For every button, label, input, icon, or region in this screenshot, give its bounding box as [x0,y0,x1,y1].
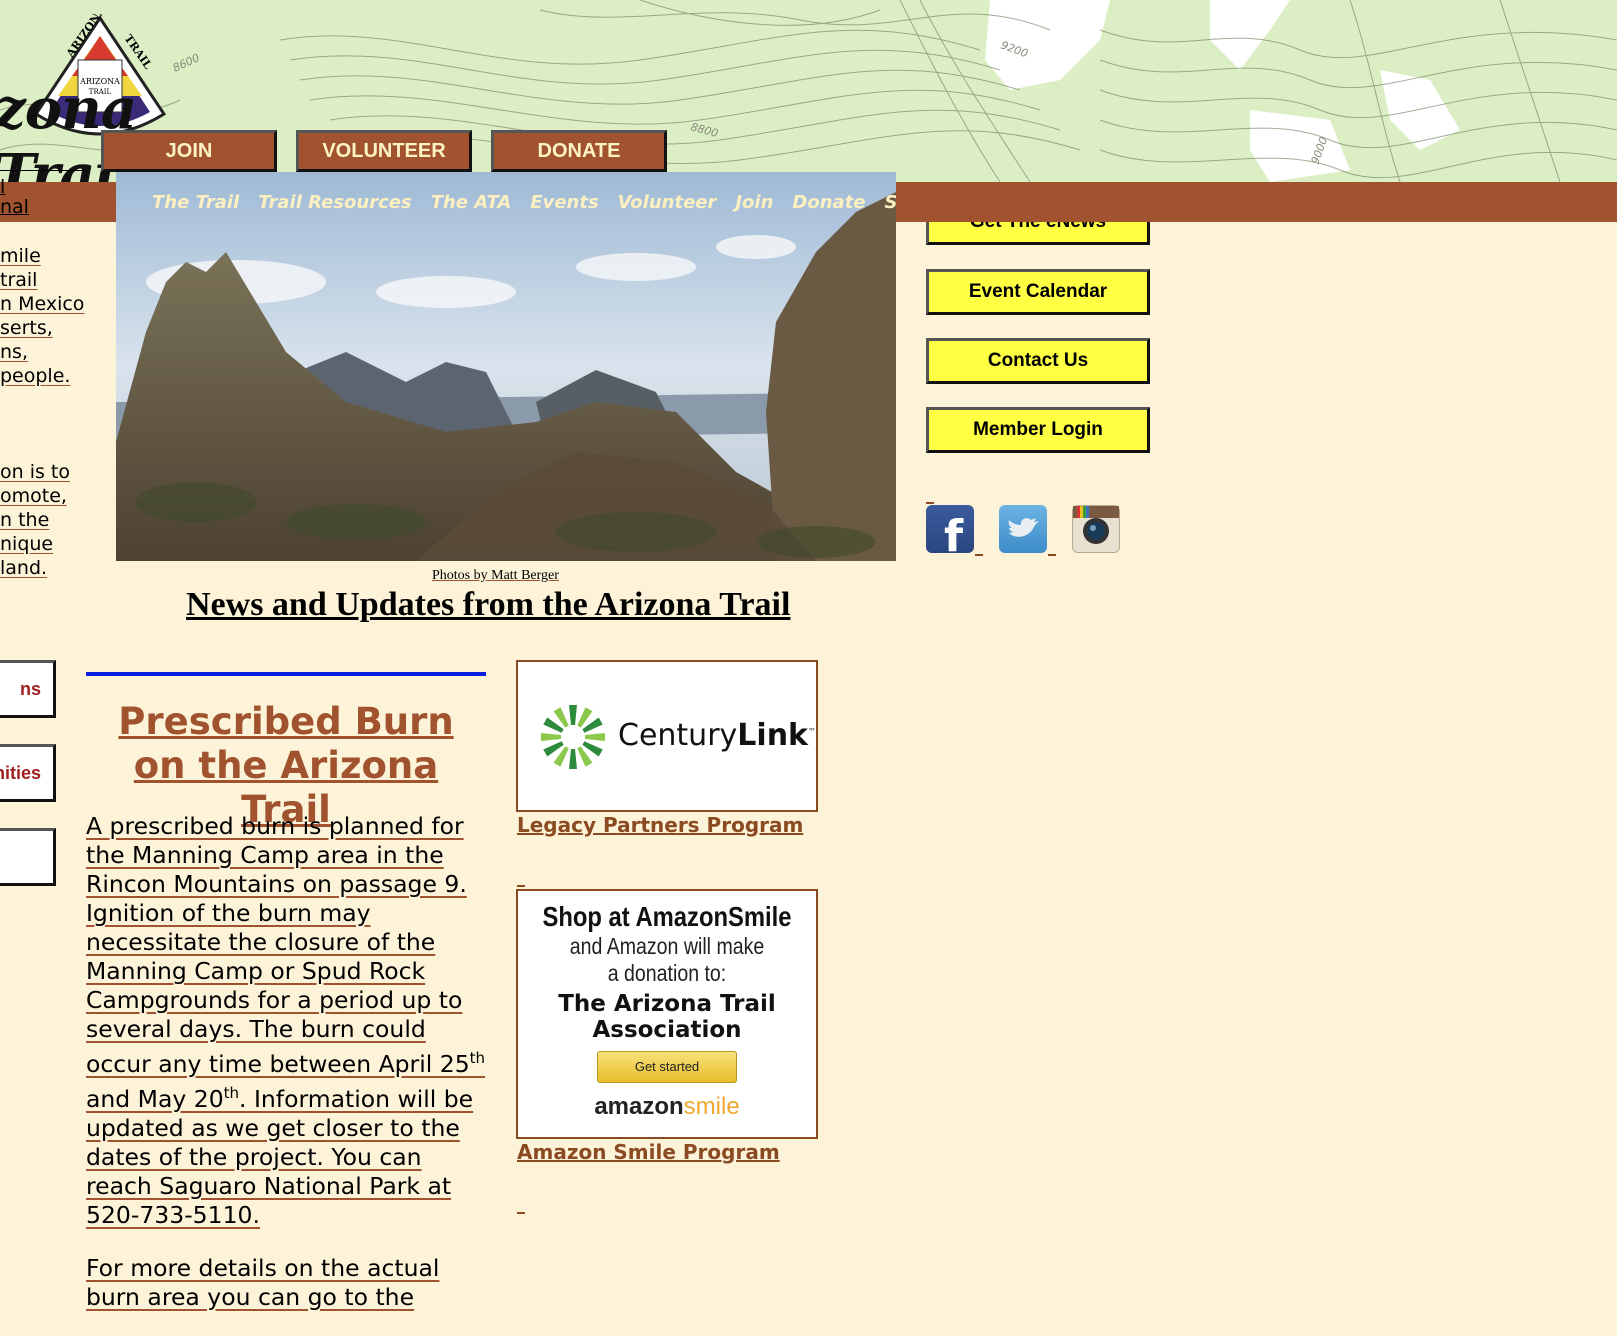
get-started-button[interactable]: Get started [597,1051,737,1083]
left-divider [0,170,86,171]
goal-line[interactable]: on is to [0,460,70,484]
facebook-icon[interactable]: f [926,505,974,562]
mission-line[interactable]: trail [0,268,37,292]
amazon-ad-line: and Amazon will make [569,933,765,959]
article-text-link[interactable]: A prescribed burn is planned for the Man… [86,812,485,1229]
mission-line[interactable]: serts, [0,316,53,340]
link-artifact [1048,554,1056,556]
goal-line[interactable]: land. [0,556,47,580]
nav-the-trail[interactable]: The Trail [152,192,239,213]
article-more-link[interactable]: For more details on the actual burn area… [86,1254,439,1311]
link-artifact [517,1212,525,1214]
nav-events[interactable]: Events [530,192,598,213]
instagram-icon[interactable] [1072,505,1120,553]
amazon-ad-org: The Arizona Trail [558,991,776,1017]
left-nav-strip: l nal [0,176,116,222]
amazon-ad-line: a donation to: [607,960,727,986]
volunteer-button[interactable]: VOLUNTEER [296,130,472,172]
hero-photo [116,172,896,561]
centurylink-wordmark: CenturyLink™ [618,718,817,753]
mission-line[interactable]: n Mexico [0,292,84,316]
left-fragment-link[interactable]: l [0,176,5,198]
twitter-icon[interactable] [999,505,1047,553]
mission-line[interactable]: ns, [0,340,28,364]
photo-credit-link[interactable]: Photos by Matt Berger [432,568,559,584]
svg-text:f: f [944,511,964,553]
mission-line[interactable]: mile [0,244,41,268]
link-artifact [975,554,983,556]
get-enews-button[interactable]: Get The eNews [926,199,1150,245]
legacy-partners-link[interactable]: Legacy Partners Program [517,813,803,837]
amazon-smile-program-link[interactable]: Amazon Smile Program [517,1140,780,1164]
header-topo-map: 8600 8800 9200 9000 ARIZONA TRAIL ARIZON… [0,0,1617,182]
nav-forum[interactable]: Forum [1237,192,1301,213]
link-artifact [517,885,525,887]
amazon-ad-org: Association [592,1017,742,1043]
goal-line[interactable]: n the [0,508,49,532]
main-nav: The Trail Trail Resources The ATA Events… [152,182,1433,222]
left-box-link[interactable] [0,828,56,886]
member-login-button[interactable]: Member Login [926,407,1150,453]
amazon-ad-headline: Shop at AmazonSmile [542,901,792,932]
centurylink-ad[interactable]: CenturyLink™ [516,660,818,812]
mission-line[interactable]: people. [0,364,70,388]
centurylink-logo-icon [541,705,605,769]
nav-volunteer[interactable]: Volunteer [618,192,717,213]
left-fragment-link[interactable]: nal [0,196,29,218]
left-box-link[interactable]: ns [0,660,56,718]
nav-join[interactable]: Join [735,192,773,213]
article-body: A prescribed burn is planned for the Man… [86,812,486,1336]
article-divider [86,672,486,676]
topo-label: 8800 [689,120,719,140]
event-calendar-button[interactable]: Event Calendar [926,269,1150,315]
main-nav-right [900,182,919,222]
news-heading: News and Updates from the Arizona Trail [186,586,791,623]
nav-donate[interactable]: Donate [792,192,865,213]
goal-line[interactable]: nique [0,532,53,556]
mountain-landscape-image [116,172,896,561]
amazonsmile-ad[interactable]: Shop at AmazonSmile and Amazon will make… [516,889,818,1139]
goal-line[interactable]: omote, [0,484,67,508]
nav-the-ata[interactable]: The ATA [431,192,512,213]
join-button[interactable]: JOIN [101,130,277,172]
amazonsmile-logo: amazonsmile [594,1093,740,1120]
donate-button[interactable]: DONATE [491,130,667,172]
link-artifact [926,502,934,504]
nav-members[interactable]: Members [1320,192,1414,213]
nav-links[interactable]: Links [1165,192,1218,213]
left-box-link[interactable]: nities [0,744,56,802]
nav-trail-resources[interactable]: Trail Resources [258,192,411,213]
contact-us-button[interactable]: Contact Us [926,338,1150,384]
